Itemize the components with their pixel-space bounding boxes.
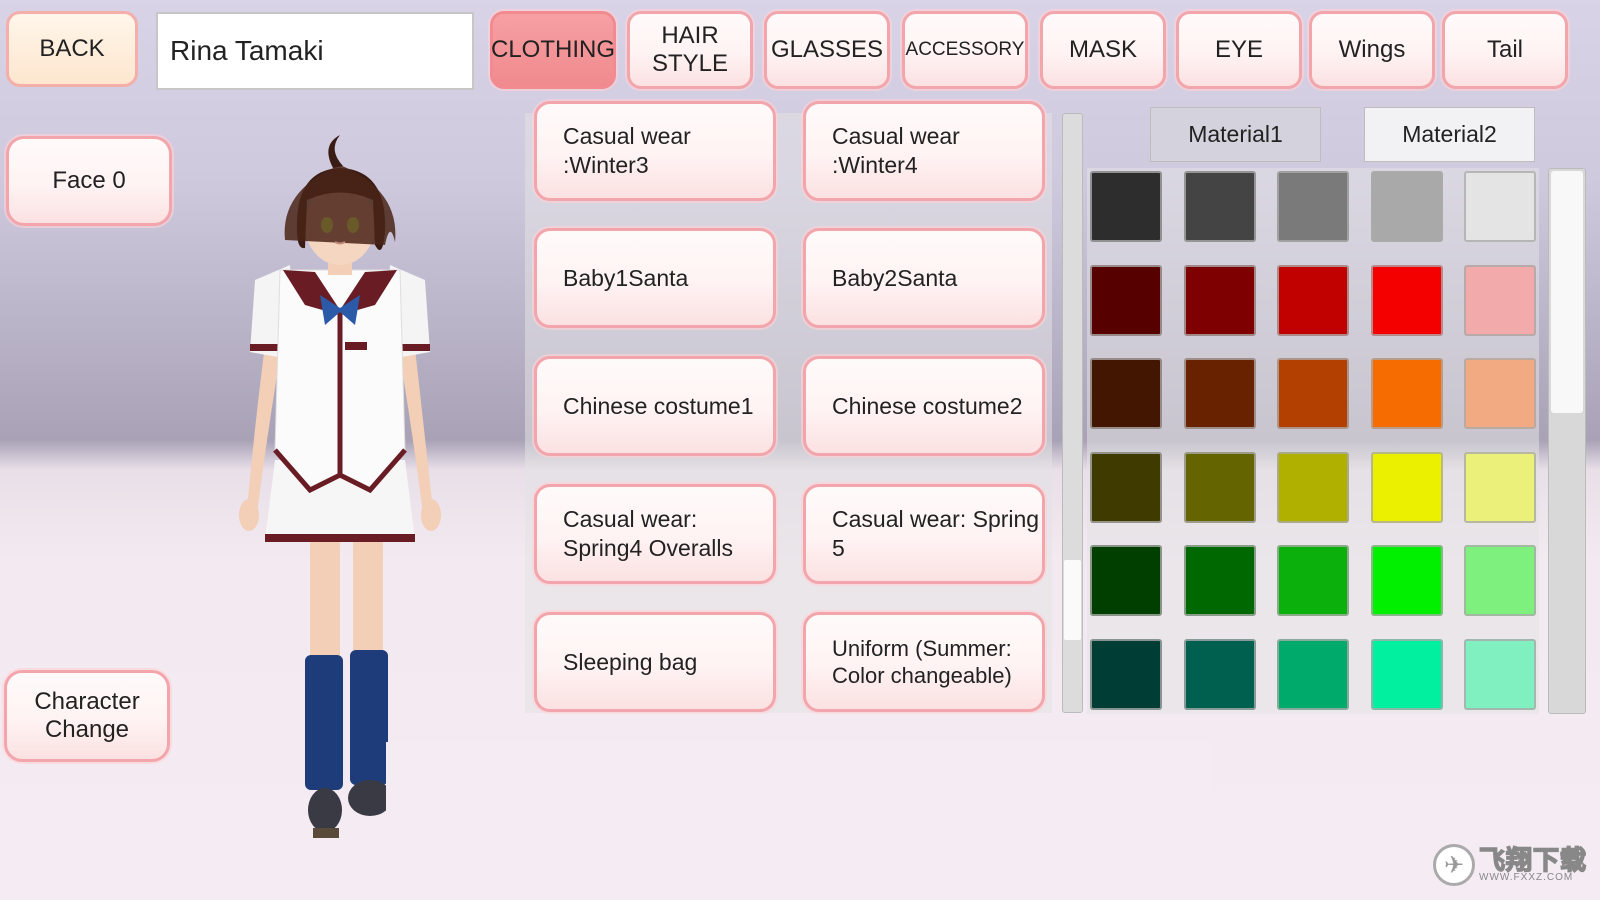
clothing-item-baby1santa[interactable]: Baby1Santa bbox=[534, 228, 776, 328]
color-swatch[interactable] bbox=[1464, 451, 1536, 523]
color-swatch[interactable] bbox=[1370, 358, 1443, 429]
palette-scrollbar[interactable] bbox=[1548, 168, 1586, 714]
color-swatch[interactable] bbox=[1277, 451, 1349, 523]
tab-glasses[interactable]: GLASSES bbox=[764, 11, 890, 89]
material2-tab[interactable]: Material2 bbox=[1364, 107, 1535, 162]
color-swatch[interactable] bbox=[1277, 264, 1349, 336]
color-swatch[interactable] bbox=[1090, 358, 1162, 429]
character-name-field[interactable]: Rina Tamaki bbox=[156, 12, 474, 90]
color-swatch[interactable] bbox=[1090, 638, 1162, 710]
color-swatch[interactable] bbox=[1277, 358, 1349, 429]
clothing-item-spring5[interactable]: Casual wear: Spring 5 bbox=[803, 484, 1045, 584]
color-swatch[interactable] bbox=[1277, 545, 1349, 616]
color-swatch[interactable] bbox=[1183, 638, 1256, 710]
color-swatch[interactable] bbox=[1090, 451, 1162, 523]
tab-hair-style[interactable]: HAIR STYLE bbox=[627, 11, 753, 89]
watermark-main-text: 飞翔下载 bbox=[1478, 845, 1588, 875]
tab-eye[interactable]: EYE bbox=[1176, 11, 1302, 89]
watermark: ✈ 飞翔下载 WWW.FXXZ.COM bbox=[1433, 840, 1591, 890]
color-swatch[interactable] bbox=[1183, 545, 1256, 616]
clothing-item-uniform-summer[interactable]: Uniform (Summer: Color changeable) bbox=[803, 612, 1045, 712]
color-swatch[interactable] bbox=[1277, 171, 1349, 242]
tab-mask[interactable]: MASK bbox=[1040, 11, 1166, 89]
tab-clothing[interactable]: CLOTHING bbox=[490, 11, 616, 89]
watermark-sub-text: WWW.FXXZ.COM bbox=[1479, 872, 1574, 883]
color-swatch[interactable] bbox=[1464, 545, 1536, 616]
color-swatch[interactable] bbox=[1370, 451, 1443, 523]
color-swatch[interactable] bbox=[1090, 264, 1162, 336]
face-button[interactable]: Face 0 bbox=[6, 136, 172, 226]
color-swatch[interactable] bbox=[1183, 264, 1256, 336]
watermark-logo-icon: ✈ bbox=[1433, 844, 1475, 886]
color-palette bbox=[1087, 168, 1539, 714]
clothing-item-winter3[interactable]: Casual wear :Winter3 bbox=[534, 101, 776, 201]
color-swatch[interactable] bbox=[1464, 358, 1536, 429]
color-swatch[interactable] bbox=[1464, 171, 1536, 242]
clothing-item-sleeping-bag[interactable]: Sleeping bag bbox=[534, 612, 776, 712]
palette-scroll-thumb[interactable] bbox=[1551, 171, 1583, 413]
clothing-item-spring4-overalls[interactable]: Casual wear: Spring4 Overalls bbox=[534, 484, 776, 584]
clothing-item-baby2santa[interactable]: Baby2Santa bbox=[803, 228, 1045, 328]
color-swatch[interactable] bbox=[1370, 171, 1443, 242]
back-button[interactable]: BACK bbox=[6, 11, 138, 87]
color-swatch[interactable] bbox=[1370, 264, 1443, 336]
color-swatch[interactable] bbox=[1370, 545, 1443, 616]
tab-wings[interactable]: Wings bbox=[1309, 11, 1435, 89]
color-swatch[interactable] bbox=[1183, 358, 1256, 429]
character-change-button[interactable]: Character Change bbox=[4, 670, 170, 762]
tab-accessory[interactable]: ACCESSORY bbox=[902, 11, 1028, 89]
color-swatch[interactable] bbox=[1370, 638, 1443, 710]
clothing-item-chinese-costume2[interactable]: Chinese costume2 bbox=[803, 356, 1045, 456]
bottom-empty-panel bbox=[386, 742, 1212, 900]
clothing-item-winter4[interactable]: Casual wear :Winter4 bbox=[803, 101, 1045, 201]
color-swatch[interactable] bbox=[1183, 451, 1256, 523]
color-swatch[interactable] bbox=[1464, 638, 1536, 710]
clothing-list-scrollbar[interactable] bbox=[1062, 113, 1083, 713]
color-swatch[interactable] bbox=[1090, 545, 1162, 616]
color-swatch[interactable] bbox=[1277, 638, 1349, 710]
color-swatch[interactable] bbox=[1183, 171, 1256, 242]
tab-tail[interactable]: Tail bbox=[1442, 11, 1568, 89]
color-swatch[interactable] bbox=[1464, 264, 1536, 336]
material1-tab[interactable]: Material1 bbox=[1150, 107, 1321, 162]
clothing-list-scroll-thumb[interactable] bbox=[1064, 560, 1081, 641]
color-swatch[interactable] bbox=[1090, 171, 1162, 242]
clothing-item-chinese-costume1[interactable]: Chinese costume1 bbox=[534, 356, 776, 456]
